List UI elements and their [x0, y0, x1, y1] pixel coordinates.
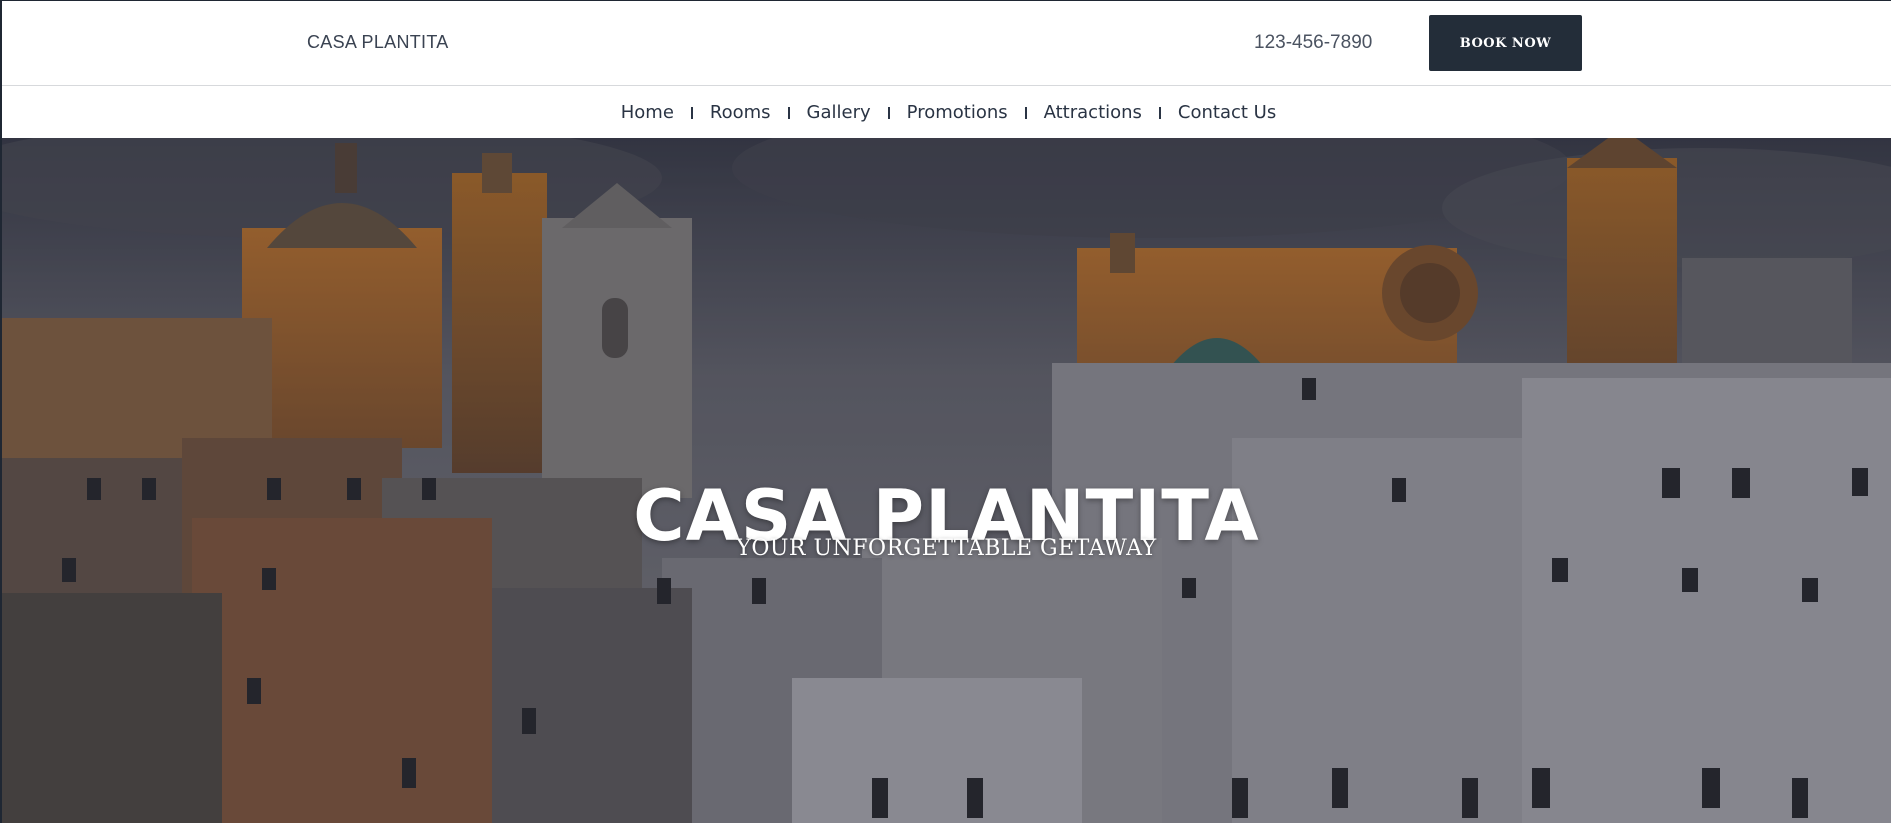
- nav-separator: [1158, 106, 1161, 119]
- nav-item-home[interactable]: Home: [620, 102, 675, 123]
- nav-separator: [887, 106, 890, 119]
- phone-number: 123-456-7890: [1254, 32, 1373, 53]
- nav-list: Home Rooms Gallery Promotions Attraction…: [616, 102, 1277, 123]
- book-now-button[interactable]: BOOK NOW: [1429, 15, 1582, 71]
- nav-item-rooms[interactable]: Rooms: [709, 102, 772, 123]
- nav-item-contact-us[interactable]: Contact Us: [1177, 102, 1277, 123]
- nav-separator: [1024, 106, 1027, 119]
- hero-subtitle: YOUR UNFORGETTABLE GETAWAY: [736, 536, 1157, 561]
- nav-separator: [690, 106, 693, 119]
- top-header: CASA PLANTITA 123-456-7890 BOOK NOW: [2, 1, 1891, 86]
- nav-separator: [787, 106, 790, 119]
- nav-item-attractions[interactable]: Attractions: [1043, 102, 1143, 123]
- page: CASA PLANTITA 123-456-7890 BOOK NOW Home…: [0, 0, 1891, 823]
- brand-logo-link[interactable]: CASA PLANTITA: [307, 32, 449, 53]
- nav-item-promotions[interactable]: Promotions: [906, 102, 1009, 123]
- nav-item-gallery[interactable]: Gallery: [806, 102, 872, 123]
- hero-banner: CASA PLANTITA YOUR UNFORGETTABLE GETAWAY: [2, 138, 1891, 823]
- main-nav: Home Rooms Gallery Promotions Attraction…: [2, 87, 1891, 138]
